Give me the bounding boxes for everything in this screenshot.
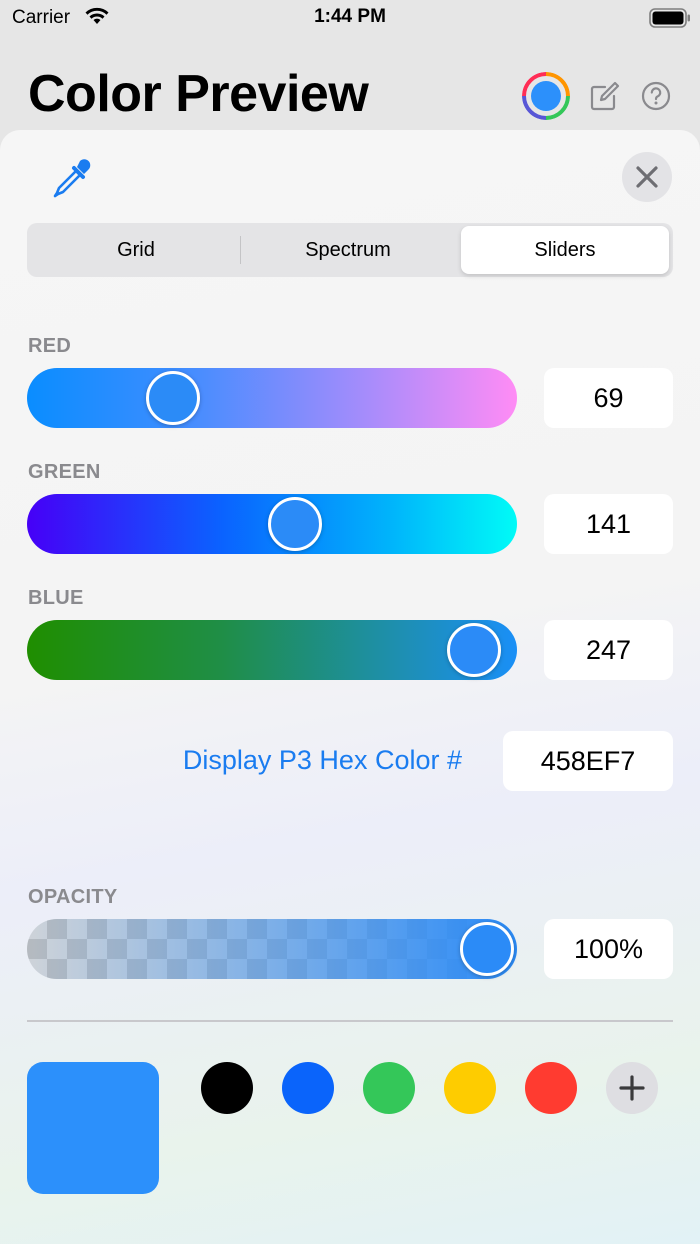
segment-divider — [240, 236, 241, 264]
blue-label: BLUE — [28, 587, 84, 609]
opacity-slider[interactable] — [27, 919, 517, 979]
eyedropper-icon[interactable] — [50, 157, 94, 201]
green-label: GREEN — [28, 461, 101, 483]
preset-color-blue[interactable] — [282, 1062, 334, 1114]
close-icon — [636, 166, 658, 188]
mode-segmented-control: Grid Spectrum Sliders — [27, 223, 673, 277]
red-slider-thumb[interactable] — [146, 371, 201, 425]
green-value-field[interactable]: 141 — [544, 494, 673, 554]
color-wheel-icon[interactable] — [522, 72, 570, 120]
opacity-value-field[interactable]: 100% — [544, 919, 673, 979]
red-value-field[interactable]: 69 — [544, 368, 673, 428]
tab-spectrum[interactable]: Spectrum — [242, 226, 454, 274]
preset-color-black[interactable] — [201, 1062, 253, 1114]
preset-color-yellow[interactable] — [444, 1062, 496, 1114]
help-icon[interactable] — [641, 81, 671, 111]
blue-slider[interactable] — [27, 620, 517, 680]
tab-sliders[interactable]: Sliders — [461, 226, 669, 274]
close-button[interactable] — [622, 152, 672, 202]
compose-icon[interactable] — [590, 81, 620, 111]
tab-grid[interactable]: Grid — [30, 226, 242, 274]
green-slider-thumb[interactable] — [267, 497, 322, 551]
hex-color-field[interactable]: 458EF7 — [503, 731, 673, 791]
preset-color-green[interactable] — [363, 1062, 415, 1114]
blue-value-field[interactable]: 247 — [544, 620, 673, 680]
blue-slider-thumb[interactable] — [446, 623, 501, 677]
page-title: Color Preview — [28, 65, 369, 123]
plus-icon — [619, 1075, 645, 1101]
red-label: RED — [28, 335, 72, 357]
section-divider — [27, 1020, 673, 1022]
green-slider[interactable] — [27, 494, 517, 554]
status-bar: Carrier 1:44 PM — [0, 0, 700, 36]
preset-color-red[interactable] — [525, 1062, 577, 1114]
opacity-slider-thumb[interactable] — [460, 922, 514, 976]
opacity-label: OPACITY — [28, 886, 118, 908]
add-color-button[interactable] — [606, 1062, 658, 1114]
red-slider[interactable] — [27, 368, 517, 428]
color-picker-sheet: Grid Spectrum Sliders RED 69 GREEN 141 B… — [0, 130, 700, 1244]
hex-color-label: Display P3 Hex Color # — [182, 745, 462, 775]
status-time: 1:44 PM — [314, 6, 386, 27]
battery-icon — [649, 8, 690, 28]
current-color-swatch[interactable] — [27, 1062, 159, 1194]
